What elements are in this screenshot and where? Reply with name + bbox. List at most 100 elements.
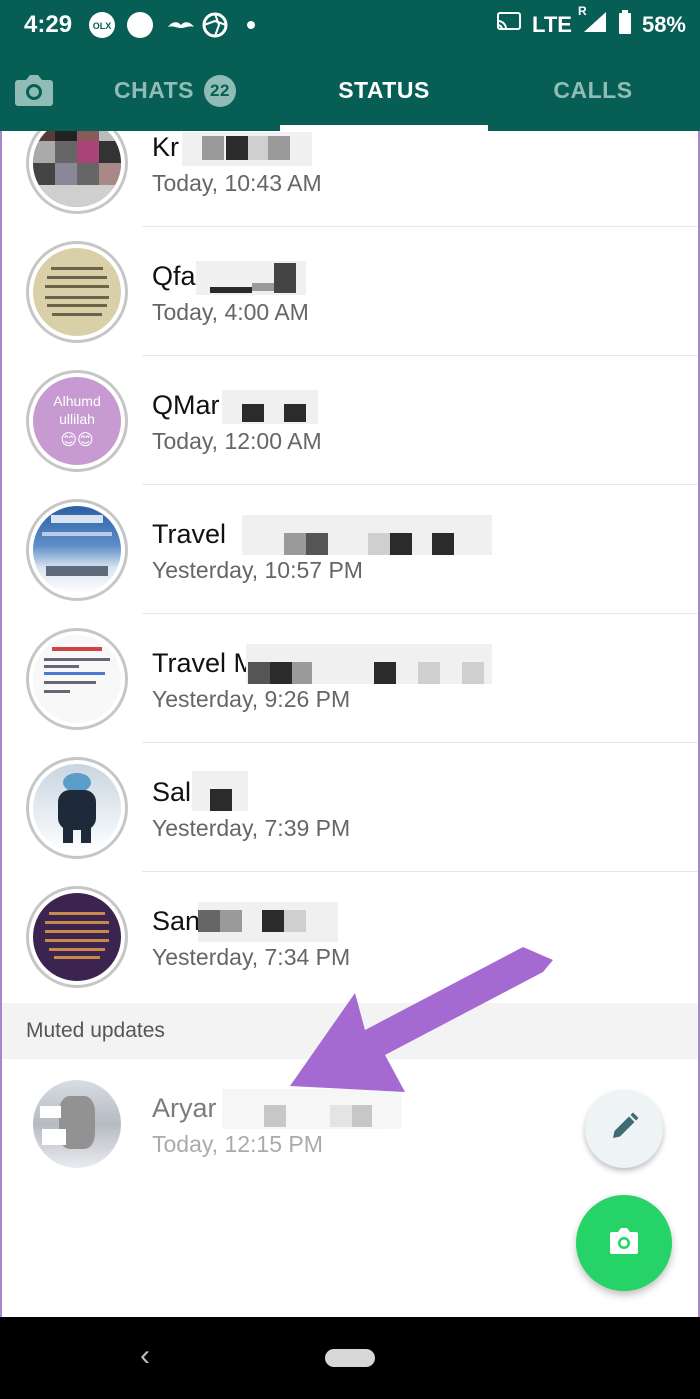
system-status-bar: 4:29 OLX LTE R 58%	[0, 0, 700, 50]
roaming-indicator: R	[577, 4, 587, 18]
redaction	[248, 662, 270, 684]
circle-notification-icon	[126, 10, 154, 40]
mustache-notification-icon	[166, 10, 196, 40]
cast-icon	[496, 11, 522, 39]
status-thumbnail: Alhumd ullilah 😊😊	[33, 377, 121, 465]
status-thumbnail	[33, 248, 121, 336]
status-update-row[interactable]: Kr Today, 10:43 AM	[2, 131, 698, 227]
unread-chats-badge: 22	[204, 74, 236, 107]
battery-percent: 58%	[641, 12, 686, 37]
status-thumbnail	[33, 131, 121, 207]
status-thumbnail-ring	[26, 757, 128, 859]
update-time: Yesterday, 7:39 PM	[152, 815, 351, 841]
contact-name: San	[152, 906, 201, 936]
redaction	[274, 263, 296, 293]
redaction	[268, 136, 290, 160]
redaction	[432, 533, 454, 555]
status-update-row[interactable]: San Yesterday, 7:34 PM	[2, 872, 698, 1001]
redaction	[292, 662, 312, 684]
contact-name: Sal	[152, 777, 192, 807]
status-update-row[interactable]: Travel Yesterday, 10:57 PM	[2, 485, 698, 614]
clock: 4:29	[24, 11, 73, 38]
redaction	[390, 533, 412, 555]
redaction	[242, 404, 264, 422]
status-thumbnail	[33, 506, 121, 594]
contact-name: QMar	[152, 390, 220, 420]
update-time: Yesterday, 10:57 PM	[152, 557, 363, 583]
status-thumbnail	[33, 635, 121, 723]
update-time: Yesterday, 7:34 PM	[152, 944, 351, 970]
redaction	[284, 533, 306, 555]
redaction	[330, 1105, 352, 1127]
aperture-notification-icon	[202, 10, 228, 40]
redaction	[368, 533, 390, 555]
signal-icon: R	[578, 4, 608, 40]
olx-notification-icon: OLX	[88, 10, 116, 40]
status-thumbnail-ring	[26, 628, 128, 730]
redaction	[462, 662, 484, 684]
camera-icon	[608, 1226, 640, 1261]
contact-name: Aryar	[152, 1093, 217, 1123]
update-time: Yesterday, 9:26 PM	[152, 686, 351, 712]
status-update-row[interactable]: Sal Yesterday, 7:39 PM	[2, 743, 698, 872]
tab-chats[interactable]: CHATS 22	[80, 50, 270, 131]
status-update-row[interactable]: Qfa Today, 4:00 AM	[2, 227, 698, 356]
status-thumbnail-ring	[26, 241, 128, 343]
muted-updates-header: Muted updates	[2, 1003, 698, 1059]
pencil-icon	[608, 1111, 640, 1148]
redaction	[210, 789, 232, 811]
camera-tab-icon[interactable]	[12, 70, 56, 110]
status-thumbnail-text: Alhumd ullilah	[53, 393, 101, 427]
status-thumbnail-ring	[26, 1073, 128, 1175]
redaction	[220, 910, 242, 932]
network-type: LTE	[532, 12, 572, 37]
redaction	[248, 136, 268, 160]
redaction	[222, 1089, 402, 1129]
system-navigation-bar: ‹	[0, 1317, 700, 1399]
status-thumbnail	[33, 764, 121, 852]
redaction	[202, 136, 224, 160]
update-time: Today, 10:43 AM	[152, 170, 322, 196]
status-update-row[interactable]: Alhumd ullilah 😊😊 QMar Today, 12:00 AM	[2, 356, 698, 485]
redaction	[264, 1105, 286, 1127]
status-thumbnail-ring	[26, 499, 128, 601]
redaction	[262, 910, 284, 932]
back-chevron-icon[interactable]: ‹	[140, 1339, 150, 1373]
text-status-button[interactable]	[585, 1090, 663, 1168]
redaction	[252, 283, 274, 291]
contact-name: Kr	[152, 132, 179, 162]
tab-chats-label: CHATS	[113, 77, 194, 103]
redaction	[306, 533, 328, 555]
home-pill-icon[interactable]	[325, 1349, 375, 1367]
update-time: Today, 12:00 AM	[152, 428, 322, 454]
contact-name: Travel	[152, 519, 227, 549]
app-tab-bar: CHATS 22 STATUS CALLS	[0, 50, 700, 131]
redaction	[284, 404, 306, 422]
redaction	[242, 515, 492, 555]
update-time: Today, 12:15 PM	[152, 1131, 323, 1157]
status-thumbnail-emoji: 😊😊	[60, 432, 94, 449]
muted-updates-label: Muted updates	[26, 1019, 165, 1042]
tab-calls[interactable]: CALLS	[498, 50, 688, 131]
contact-name: Travel M	[152, 648, 257, 678]
tab-status[interactable]: STATUS	[280, 50, 488, 131]
tab-calls-label: CALLS	[553, 77, 633, 103]
tab-status-label: STATUS	[338, 77, 430, 103]
redaction	[374, 662, 396, 684]
redaction	[352, 1105, 372, 1127]
status-update-row[interactable]: Travel M Yesterday, 9:26 PM	[2, 614, 698, 743]
redaction	[418, 662, 440, 684]
redaction	[270, 662, 292, 684]
update-time: Today, 4:00 AM	[152, 299, 309, 325]
contact-name: Qfa	[152, 261, 196, 291]
status-thumbnail-ring	[26, 886, 128, 988]
camera-status-button[interactable]	[576, 1195, 672, 1291]
svg-text:OLX: OLX	[93, 21, 112, 31]
battery-icon	[618, 10, 632, 40]
status-thumbnail-ring: Alhumd ullilah 😊😊	[26, 370, 128, 472]
status-thumbnail	[33, 893, 121, 981]
redaction	[210, 287, 252, 293]
status-thumbnail	[33, 1080, 121, 1168]
redaction	[198, 910, 220, 932]
redaction	[226, 136, 248, 160]
